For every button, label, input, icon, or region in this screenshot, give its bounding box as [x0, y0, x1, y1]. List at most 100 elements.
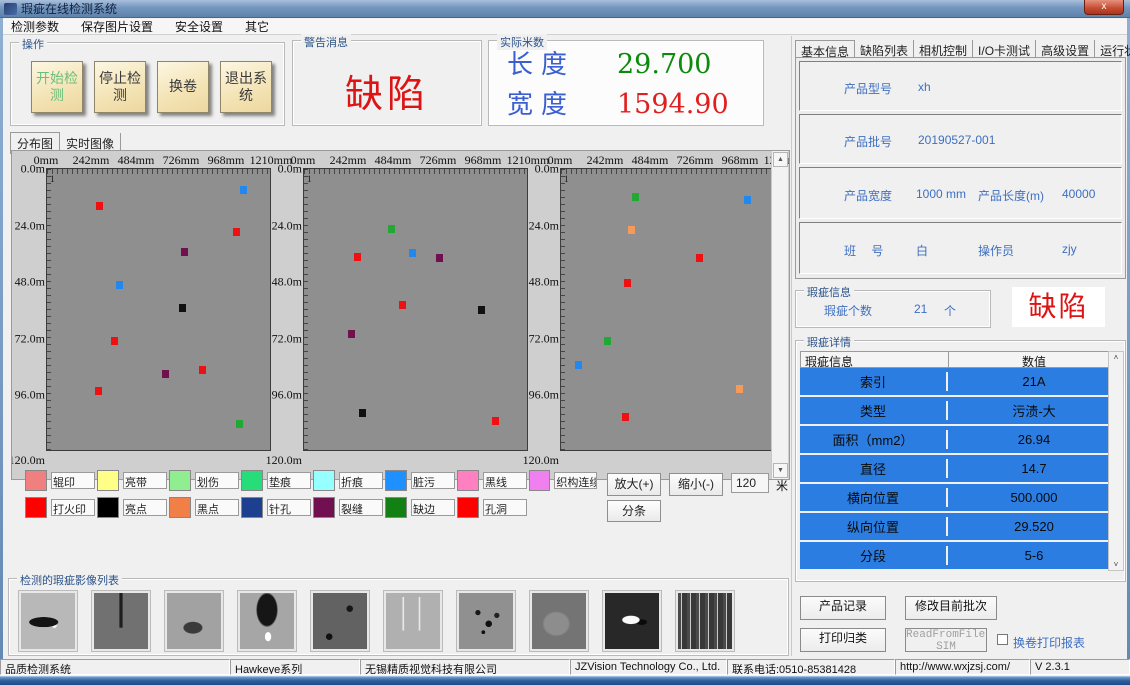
defect-point-blue[interactable]: [116, 281, 123, 289]
defect-point-orange[interactable]: [628, 226, 635, 234]
range-input[interactable]: [731, 473, 769, 493]
legend-label: 织构连续: [554, 472, 597, 489]
defect-point-blue[interactable]: [240, 186, 247, 194]
legend-item-针孔: 针孔: [241, 497, 311, 518]
operator-label: 操作员: [978, 242, 1014, 259]
defect-thumbnail-1[interactable]: [19, 591, 77, 651]
table-scrollbar[interactable]: ˄ ˅: [1108, 351, 1124, 571]
menu-bar: 检测参数 保存图片设置 安全设置 其它: [3, 19, 1127, 35]
plot-panel-2: 0mm242mm484mm726mm968mm1210mm10.0m24.0m4…: [277, 153, 533, 465]
split-button[interactable]: 分条: [607, 500, 661, 522]
defect-point-green[interactable]: [236, 420, 243, 428]
defect-point-red[interactable]: [399, 301, 406, 309]
width-label: 宽度: [507, 84, 617, 121]
defect-thumbnail-6[interactable]: [384, 591, 442, 651]
legend-label: 缺边: [411, 499, 455, 516]
y-tick-label: 48.0m: [15, 275, 45, 290]
status-segment-5: 联系电话:0510-85381428: [727, 659, 895, 675]
plot-scrollbar[interactable]: ▲▼: [771, 151, 788, 479]
legend-swatch: [25, 470, 47, 491]
detail-row-value: 500.000: [948, 490, 1120, 505]
detail-row-3[interactable]: 面积（mm2）26.94: [800, 426, 1120, 455]
defect-point-blue[interactable]: [744, 196, 751, 204]
defect-thumbnail-9[interactable]: [603, 591, 661, 651]
defect-point-red[interactable]: [111, 337, 118, 345]
detail-row-2[interactable]: 类型污渍-大: [800, 397, 1120, 426]
op-button-3[interactable]: 换卷: [157, 61, 209, 113]
defect-point-purple[interactable]: [162, 370, 169, 378]
defect-point-red[interactable]: [95, 387, 102, 395]
length-value: 29.700: [617, 49, 711, 80]
defect-point-orange[interactable]: [736, 385, 743, 393]
defect-point-red[interactable]: [624, 279, 631, 287]
defect-point-purple[interactable]: [348, 330, 355, 338]
width-value: 1594.90: [617, 89, 729, 120]
legend-swatch: [169, 497, 191, 518]
defect-thumbnail-8[interactable]: [530, 591, 588, 651]
x-tick-label: 726mm: [163, 153, 200, 168]
defect-thumbnail-4[interactable]: [238, 591, 296, 651]
close-button[interactable]: x: [1084, 0, 1124, 15]
defect-point-red[interactable]: [696, 254, 703, 262]
defect-thumbnail-5[interactable]: [311, 591, 369, 651]
defect-point-red[interactable]: [622, 413, 629, 421]
y-tick-label: 96.0m: [529, 388, 559, 403]
product-record-button[interactable]: 产品记录: [800, 596, 886, 620]
detail-row-5[interactable]: 横向位置500.000: [800, 484, 1120, 513]
legend-item-孔洞: 孔洞: [457, 497, 527, 518]
scroll-up-icon[interactable]: ▲: [773, 152, 788, 167]
legend-label: 打火印: [51, 499, 95, 516]
detail-row-7[interactable]: 分段5-6: [800, 542, 1120, 571]
defect-point-red[interactable]: [233, 228, 240, 236]
defect-point-green[interactable]: [604, 337, 611, 345]
defect-point-black[interactable]: [179, 304, 186, 312]
title-bar[interactable]: 瑕疵在线检测系统: [0, 0, 1130, 18]
legend-swatch: [97, 497, 119, 518]
defect-point-black[interactable]: [359, 409, 366, 417]
defect-point-red[interactable]: [96, 202, 103, 210]
plot-canvas[interactable]: 1: [303, 168, 528, 451]
detail-row-1[interactable]: 索引21A: [800, 368, 1120, 397]
defect-point-red[interactable]: [492, 417, 499, 425]
y-tick-label: 24.0m: [272, 218, 302, 233]
op-button-1[interactable]: 开始检测: [31, 61, 83, 113]
defect-point-red[interactable]: [199, 366, 206, 374]
defect-thumbnail-10[interactable]: [676, 591, 734, 651]
defect-point-blue[interactable]: [575, 361, 582, 369]
legend-label: 垫痕: [267, 472, 311, 489]
defect-point-green[interactable]: [632, 193, 639, 201]
print-classify-button[interactable]: 打印归类: [800, 628, 886, 652]
table-scroll-down-icon[interactable]: ˅: [1110, 560, 1122, 569]
defect-point-black[interactable]: [478, 306, 485, 314]
zoom-in-button[interactable]: 放大(+): [607, 473, 661, 496]
modify-batch-button[interactable]: 修改目前批次: [905, 596, 997, 620]
y-tick-label: 0.0m: [278, 162, 302, 177]
meters-group: 实际米数 长度 29.700 宽度 1594.90: [488, 40, 764, 126]
op-button-2[interactable]: 停止检测: [94, 61, 146, 113]
plot-canvas[interactable]: 1: [560, 168, 785, 451]
defect-point-red[interactable]: [354, 253, 361, 261]
defect-point-green[interactable]: [388, 225, 395, 233]
op-button-4[interactable]: 退出系统: [220, 61, 272, 113]
defect-point-purple[interactable]: [436, 254, 443, 262]
defect-thumbnail-3[interactable]: [165, 591, 223, 651]
plot-canvas[interactable]: 1: [46, 168, 271, 451]
defect-point-blue[interactable]: [409, 249, 416, 257]
table-scroll-up-icon[interactable]: ˄: [1110, 353, 1122, 362]
menu-item-1[interactable]: 检测参数: [11, 18, 59, 35]
zoom-out-button[interactable]: 缩小(-): [669, 473, 723, 496]
detail-row-6[interactable]: 纵向位置29.520: [800, 513, 1120, 542]
legend-swatch: [241, 497, 263, 518]
defect-thumbnail-7[interactable]: [457, 591, 515, 651]
scroll-down-icon[interactable]: ▼: [773, 463, 788, 478]
menu-item-3[interactable]: 安全设置: [175, 18, 223, 35]
windows-taskbar[interactable]: [0, 676, 1130, 685]
defect-point-purple[interactable]: [181, 248, 188, 256]
product-model-row: 产品型号 xh: [799, 61, 1122, 111]
menu-item-4[interactable]: 其它: [245, 18, 269, 35]
distribution-plot-area: 0mm242mm484mm726mm968mm1210mm10.0m24.0m4…: [11, 150, 790, 480]
print-on-rollchange-checkbox[interactable]: [997, 634, 1008, 645]
menu-item-2[interactable]: 保存图片设置: [81, 18, 153, 35]
defect-thumbnail-2[interactable]: [92, 591, 150, 651]
detail-row-4[interactable]: 直径14.7: [800, 455, 1120, 484]
